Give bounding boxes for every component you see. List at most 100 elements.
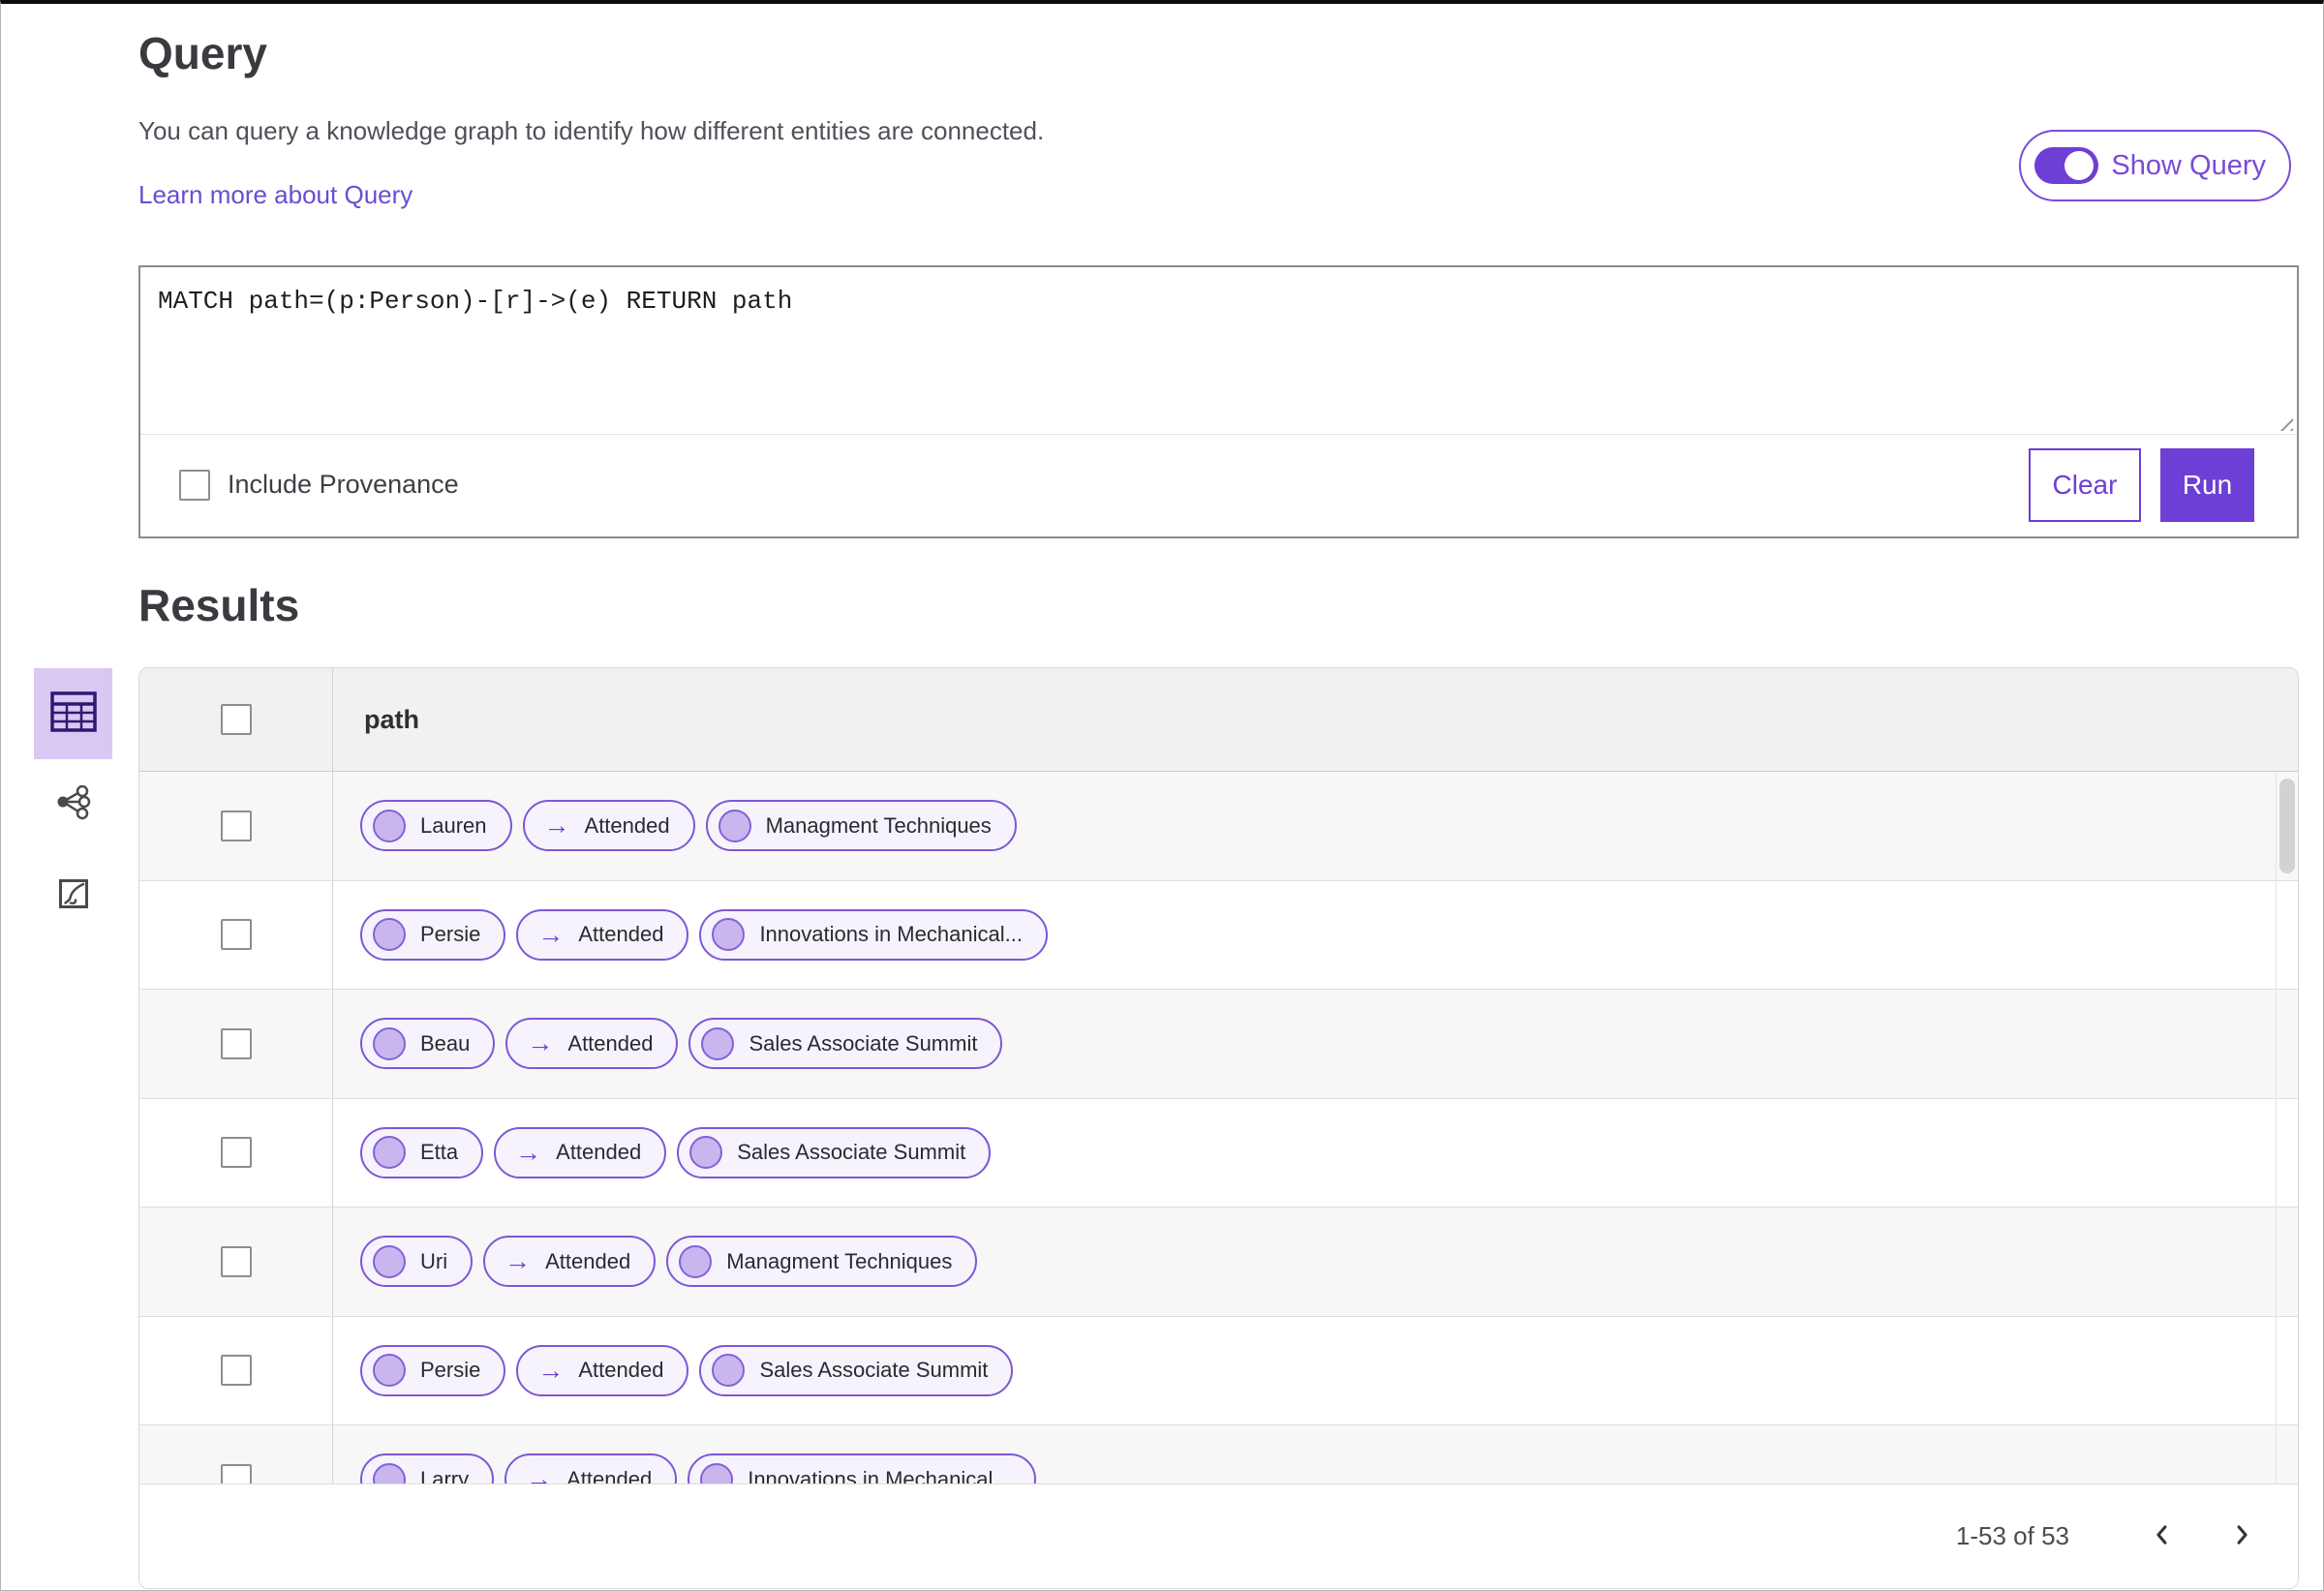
scrollbar-thumb[interactable] <box>2279 779 2295 873</box>
edge-label: Attended <box>545 1248 631 1273</box>
edge-label: Attended <box>578 1358 664 1383</box>
include-provenance-checkbox[interactable] <box>179 469 210 501</box>
node-circle-icon <box>373 1136 406 1170</box>
edge-pill: → Attended <box>505 1453 678 1484</box>
query-editor: MATCH path=(p:Person)-[r]->(e) RETURN pa… <box>138 265 2299 538</box>
next-page-button[interactable] <box>2222 1517 2261 1556</box>
results-pagination: 1-53 of 53 <box>139 1484 2298 1588</box>
table-row: Persie → Attended Sales Associate Summit <box>139 1316 2298 1425</box>
edge-label: Attended <box>566 1466 653 1484</box>
source-node-label: Beau <box>420 1030 471 1056</box>
page-title: Query <box>138 28 267 78</box>
source-node-pill: Persie <box>360 1344 506 1396</box>
path-cell: Larry → Attended Innovations in Mechanic… <box>333 1425 2298 1484</box>
row-checkbox[interactable] <box>220 919 252 951</box>
table-row: Larry → Attended Innovations in Mechanic… <box>139 1425 2298 1484</box>
target-node-pill: Innovations in Mechanical... <box>699 908 1048 961</box>
source-node-label: Lauren <box>420 812 487 838</box>
node-circle-icon <box>701 1026 735 1060</box>
target-node-label: Innovations in Mechanical... <box>748 1466 1011 1484</box>
row-checkbox[interactable] <box>220 1137 252 1169</box>
results-heading: Results <box>138 580 300 630</box>
source-node-pill: Persie <box>360 908 506 961</box>
node-circle-icon <box>373 1462 406 1484</box>
edge-arrow-icon: → <box>515 1137 542 1167</box>
results-rows: Lauren → Attended Managment Techniques P… <box>139 772 2298 1484</box>
chevron-left-icon <box>2149 1521 2176 1551</box>
page-description: You can query a knowledge graph to ident… <box>138 116 1045 145</box>
target-node-label: Sales Associate Summit <box>759 1358 989 1383</box>
edge-arrow-icon: → <box>505 1246 532 1276</box>
source-node-pill: Beau <box>360 1018 496 1070</box>
table-row: Beau → Attended Sales Associate Summit <box>139 990 2298 1099</box>
learn-more-link[interactable]: Learn more about Query <box>138 180 413 210</box>
row-checkbox[interactable] <box>220 1355 252 1387</box>
header-checkbox-cell <box>139 668 333 771</box>
edge-pill: → Attended <box>516 908 689 961</box>
path-cell: Persie → Attended Sales Associate Summit <box>333 1317 2298 1425</box>
results-table: path Lauren → Attended Managment Techniq… <box>138 667 2299 1589</box>
previous-page-button[interactable] <box>2143 1517 2182 1556</box>
source-node-label: Persie <box>420 922 481 947</box>
edge-arrow-icon: → <box>537 1355 565 1385</box>
table-row: Uri → Attended Managment Techniques <box>139 1208 2298 1317</box>
query-page: Query You can query a knowledge graph to… <box>0 0 2324 1591</box>
target-node-label: Sales Associate Summit <box>737 1140 966 1165</box>
row-checkbox[interactable] <box>220 810 252 841</box>
source-node-label: Persie <box>420 1358 481 1383</box>
row-checkbox-cell <box>139 1316 333 1424</box>
table-row: Etta → Attended Sales Associate Summit <box>139 1098 2298 1208</box>
clear-button[interactable]: Clear <box>2029 447 2141 522</box>
edge-label: Attended <box>556 1140 642 1165</box>
include-provenance-label: Include Provenance <box>228 470 459 499</box>
show-query-toggle[interactable]: Show Query <box>2019 130 2291 201</box>
scrollbar-track <box>2276 772 2277 1484</box>
node-circle-icon <box>373 1026 406 1060</box>
node-circle-icon <box>712 1354 746 1388</box>
chevron-right-icon <box>2228 1521 2255 1551</box>
toggle-on-icon[interactable] <box>2034 147 2099 184</box>
edge-label: Attended <box>578 922 664 947</box>
row-checkbox[interactable] <box>220 1463 252 1484</box>
results-table-header: path <box>139 668 2298 772</box>
table-row: Lauren → Attended Managment Techniques <box>139 772 2298 881</box>
source-node-label: Etta <box>420 1140 459 1165</box>
node-circle-icon <box>373 1354 406 1388</box>
graph-view-icon <box>55 784 92 825</box>
node-circle-icon <box>373 809 406 842</box>
target-node-pill: Sales Associate Summit <box>688 1018 1003 1070</box>
target-node-pill: Managment Techniques <box>666 1236 978 1288</box>
edge-pill: → Attended <box>516 1344 689 1396</box>
query-input[interactable]: MATCH path=(p:Person)-[r]->(e) RETURN pa… <box>140 267 2297 435</box>
edge-arrow-icon: → <box>537 919 565 949</box>
node-circle-icon <box>712 918 746 952</box>
node-circle-icon <box>679 1244 713 1278</box>
show-query-label: Show Query <box>2111 149 2266 181</box>
chart-view-icon <box>58 878 89 914</box>
path-cell: Etta → Attended Sales Associate Summit <box>333 1099 2298 1208</box>
node-circle-icon <box>373 1244 406 1278</box>
view-mode-graph[interactable] <box>34 759 112 850</box>
node-circle-icon <box>373 918 406 952</box>
path-cell: Beau → Attended Sales Associate Summit <box>333 990 2298 1098</box>
pagination-range: 1-53 of 53 <box>1955 1521 2069 1550</box>
target-node-label: Sales Associate Summit <box>749 1030 978 1056</box>
row-checkbox[interactable] <box>220 1245 252 1277</box>
edge-pill: → Attended <box>522 800 695 852</box>
edge-arrow-icon: → <box>527 1028 554 1058</box>
node-circle-icon <box>718 809 751 842</box>
edge-arrow-icon: → <box>526 1464 553 1484</box>
source-node-label: Uri <box>420 1248 448 1273</box>
edge-pill: → Attended <box>483 1236 657 1288</box>
edge-pill: → Attended <box>505 1018 679 1070</box>
view-mode-table[interactable] <box>34 668 112 759</box>
target-node-pill: Sales Associate Summit <box>677 1126 992 1178</box>
select-all-checkbox[interactable] <box>220 704 252 735</box>
target-node-pill: Sales Associate Summit <box>699 1344 1014 1396</box>
row-checkbox[interactable] <box>220 1027 252 1059</box>
path-column-header: path <box>364 704 419 734</box>
run-button[interactable]: Run <box>2160 447 2254 522</box>
source-node-pill: Etta <box>360 1126 484 1178</box>
view-mode-chart[interactable] <box>34 850 112 941</box>
target-node-pill: Innovations in Mechanical... <box>688 1453 1036 1484</box>
